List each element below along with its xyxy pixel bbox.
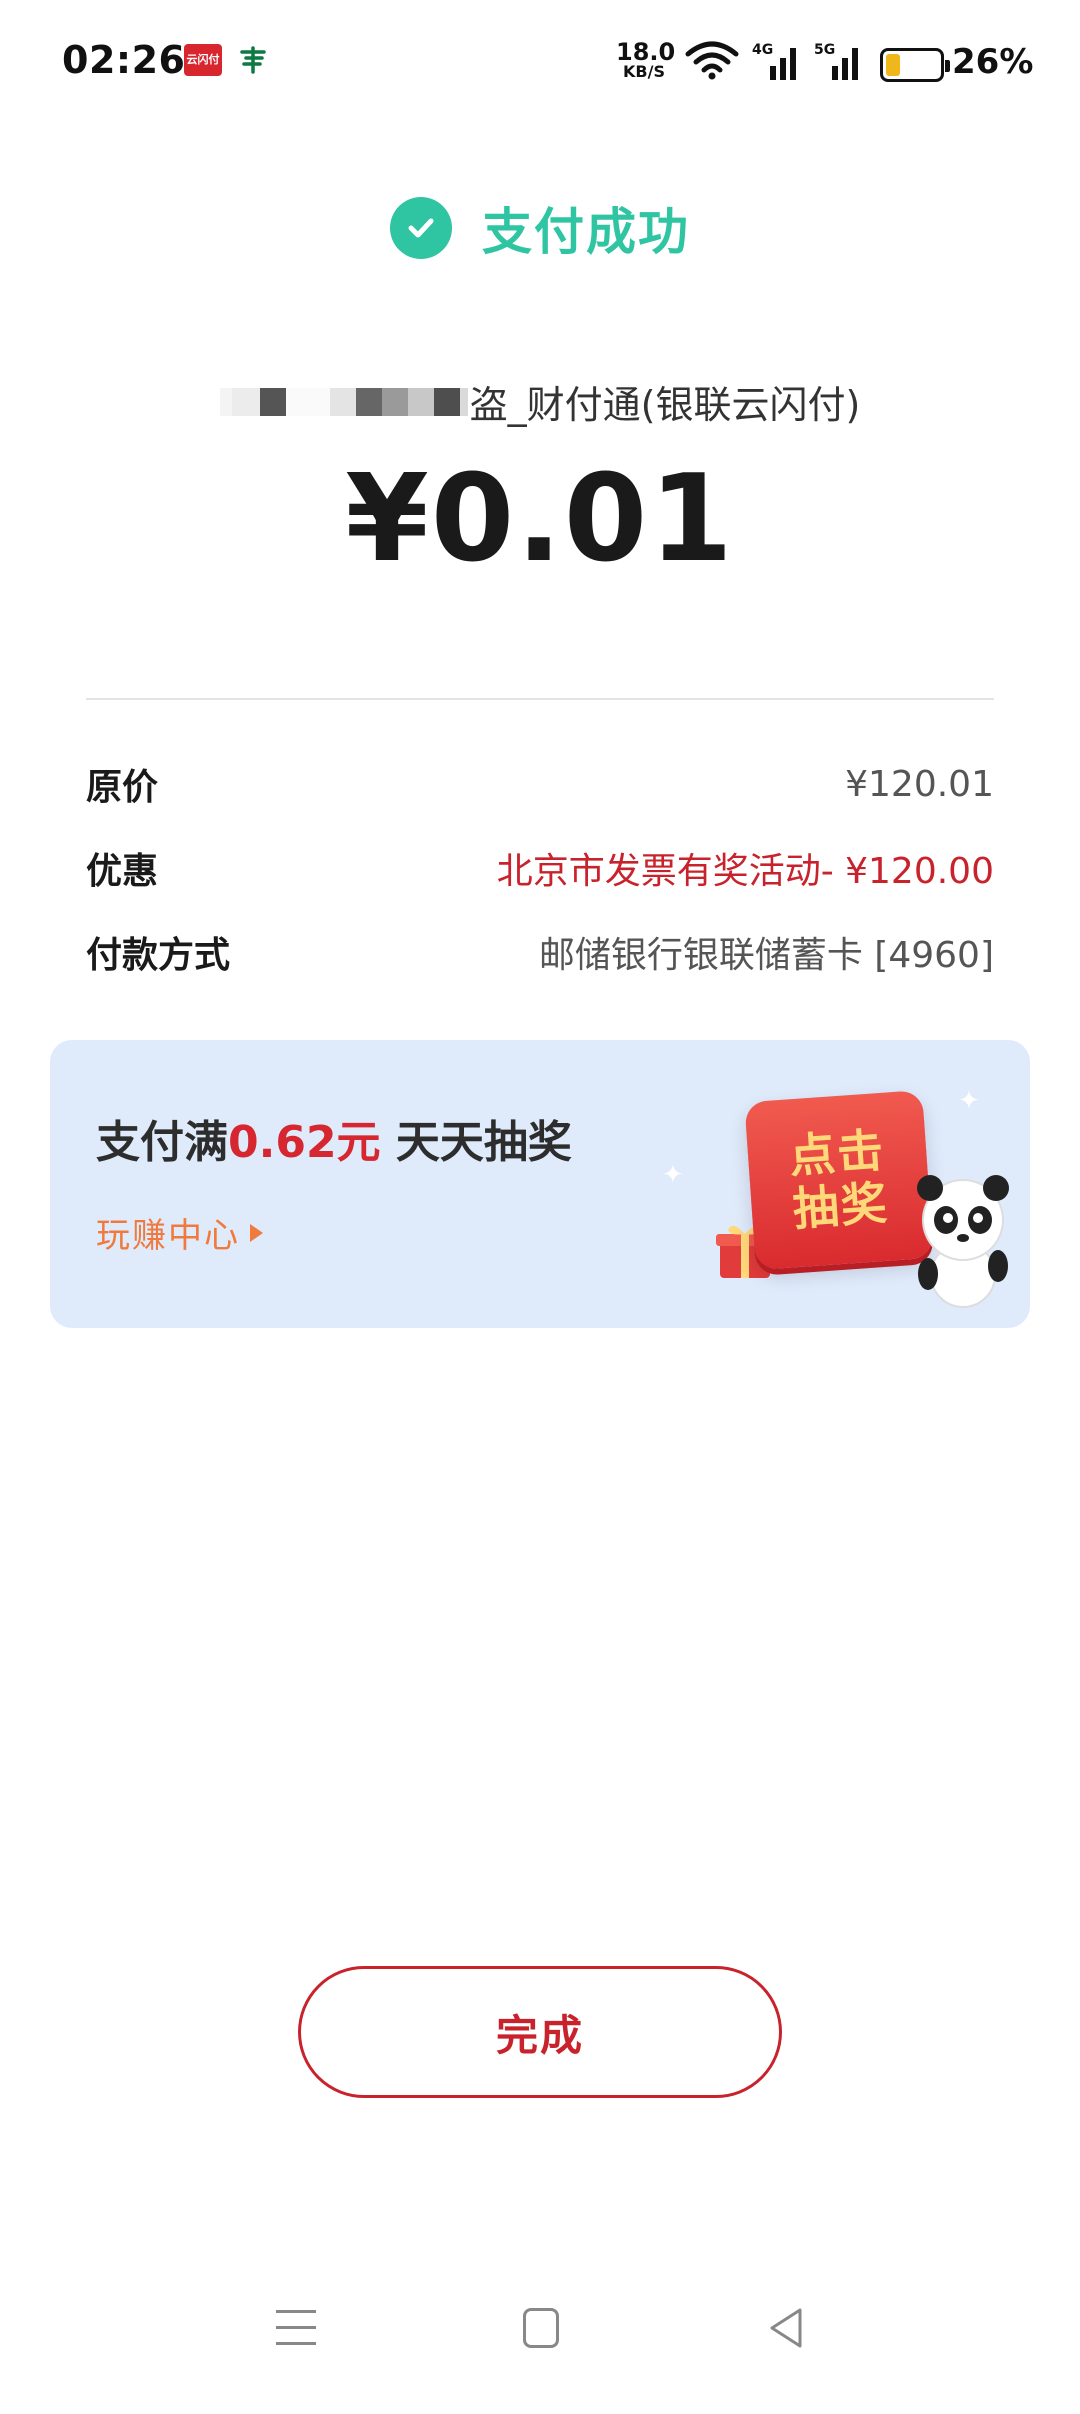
- redacted-merchant-blur: [219, 387, 468, 416]
- detail-value: ¥120.01: [845, 763, 994, 805]
- menu-icon[interactable]: [276, 2310, 316, 2346]
- navigation-bar: [0, 2254, 1080, 2414]
- status-time: 02:26: [62, 38, 186, 82]
- detail-row-original-price: 原价 ¥120.01: [86, 754, 994, 814]
- sparkle-icon: ✦: [662, 1160, 684, 1190]
- sparkle-icon: ✦: [958, 1086, 980, 1116]
- triangle-right-icon: [250, 1223, 263, 1242]
- detail-label: 付款方式: [86, 935, 231, 976]
- home-icon[interactable]: [523, 2308, 559, 2348]
- wifi-icon: [684, 40, 740, 80]
- draw-lottery-button[interactable]: 点击 抽奖: [744, 1089, 934, 1271]
- detail-row-payment-method: 付款方式 邮储银行银联储蓄卡 [4960]: [86, 922, 994, 982]
- back-icon[interactable]: [766, 2306, 806, 2350]
- detail-value: 北京市发票有奖活动- ¥120.00: [496, 851, 994, 892]
- payment-success-screen: 02:26 云闪付 18.0 KB/S 4G 5G 26% 支付成功 盗_财付通…: [0, 0, 1080, 2414]
- page-title: 支付成功: [482, 203, 690, 261]
- done-button[interactable]: 完成: [298, 1966, 782, 2098]
- promo-amount: 0.62元: [228, 1117, 381, 1168]
- merchant-label: 盗_财付通(银联云闪付): [469, 383, 861, 427]
- promo-title: 支付满0.62元 天天抽奖: [96, 1117, 572, 1168]
- panda-mascot-icon: [917, 1175, 1009, 1308]
- paid-amount: ¥0.01: [345, 450, 735, 589]
- unionpay-app-icon: 云闪付: [184, 44, 222, 76]
- svg-text:5G: 5G: [814, 42, 835, 58]
- check-circle-icon: [390, 197, 452, 259]
- network-speed: 18.0 KB/S: [616, 38, 676, 81]
- lottery-promo-card[interactable]: 支付满0.62元 天天抽奖 玩赚中心 ✦ ✦ 点击 抽奖: [50, 1040, 1030, 1328]
- signal-5g-icon: 5G: [814, 40, 866, 82]
- success-header: 支付成功: [0, 192, 1080, 264]
- play-earn-center-link[interactable]: 玩赚中心: [96, 1208, 263, 1257]
- merchant-name: 盗_财付通(银联云闪付): [0, 374, 1080, 429]
- detail-label: 优惠: [86, 851, 159, 892]
- detail-row-discount: 优惠 北京市发票有奖活动- ¥120.00: [86, 838, 994, 898]
- battery-percent: 26%: [952, 42, 1034, 82]
- detail-value: 邮储银行银联储蓄卡 [4960]: [538, 935, 994, 976]
- svg-text:4G: 4G: [752, 42, 773, 58]
- status-bar: 02:26 云闪付 18.0 KB/S 4G 5G 26%: [0, 0, 1080, 120]
- detail-label: 原价: [86, 767, 159, 808]
- battery-icon: [880, 48, 950, 82]
- divider: [86, 698, 994, 700]
- postal-logo-icon: [238, 44, 268, 76]
- signal-4g-icon: 4G: [752, 40, 804, 82]
